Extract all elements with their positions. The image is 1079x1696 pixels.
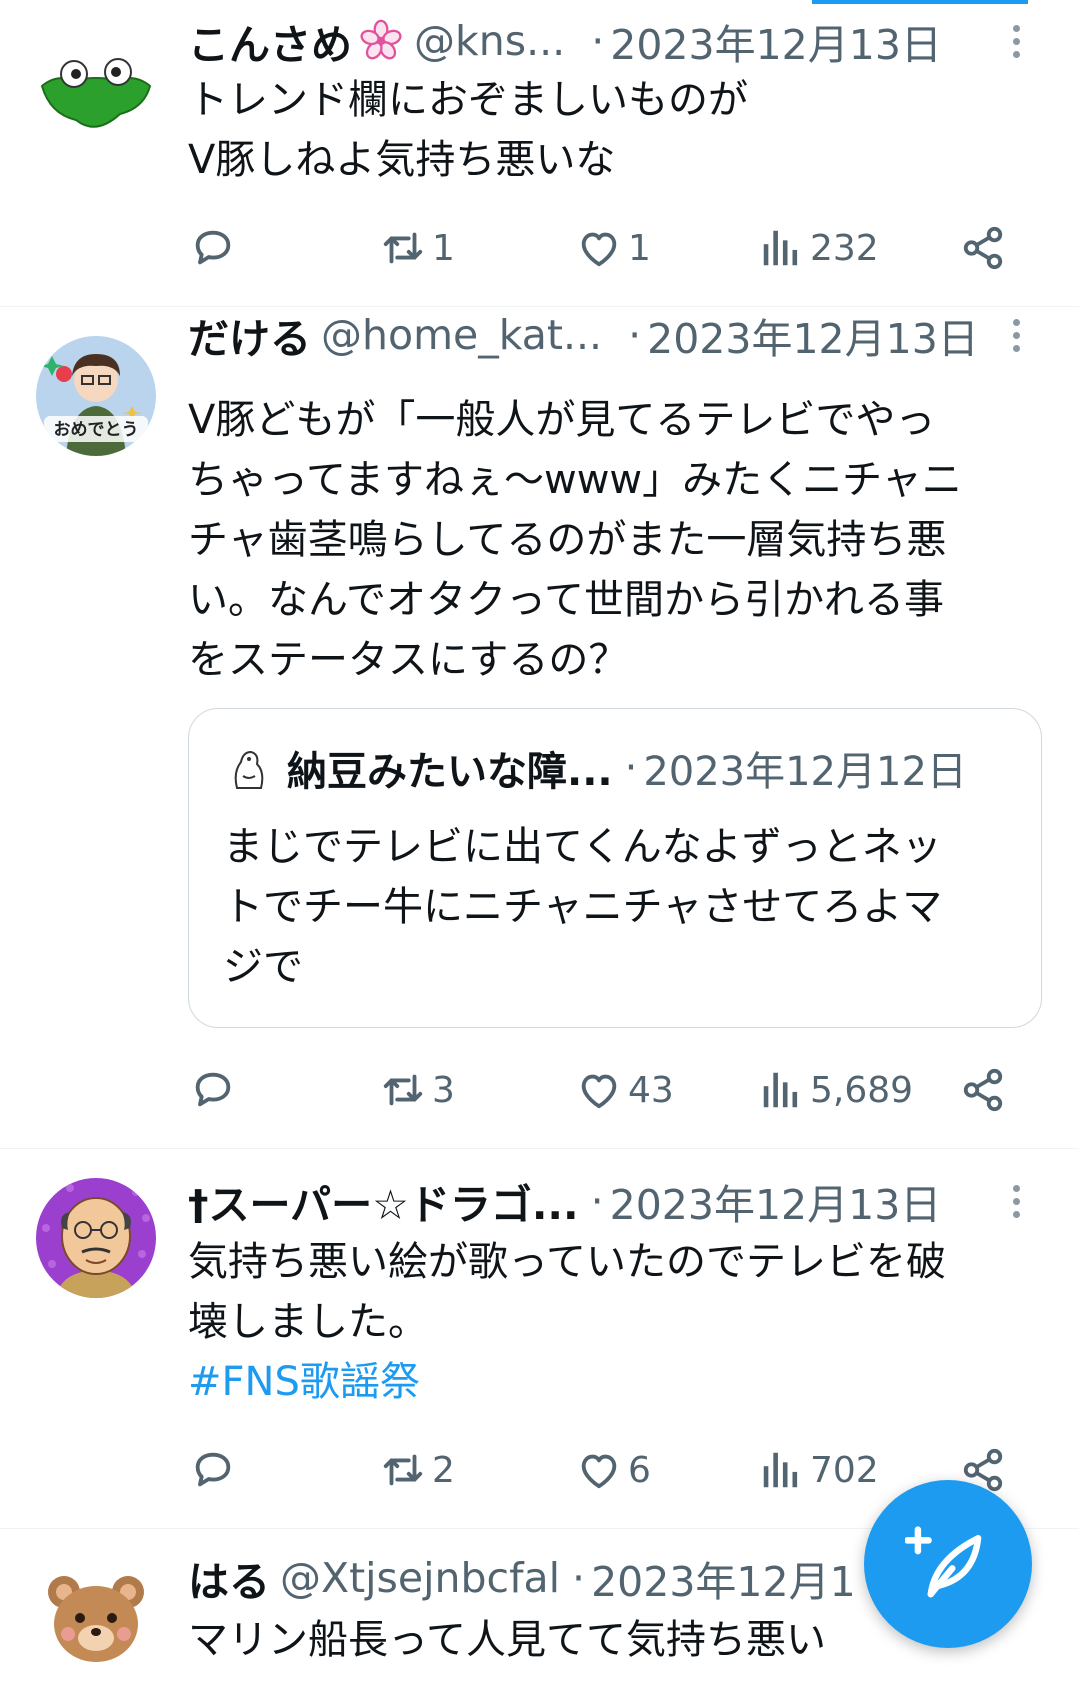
- like-count: 1: [628, 227, 651, 269]
- retweet-icon: [380, 1067, 426, 1113]
- user-handle[interactable]: @home_kat...: [321, 311, 602, 359]
- quoted-tweet[interactable]: 納豆みたいな障... · 2023年12月12日 まじでテレビに出てくんなよずっ…: [188, 708, 1042, 1028]
- tweet-text: トレンド欄におぞましいものが V豚しねよ気持ち悪いな: [188, 70, 1028, 190]
- reply-icon: [190, 225, 236, 271]
- share-button[interactable]: [960, 1062, 1006, 1118]
- quoted-text-line: ジで: [223, 944, 303, 990]
- tweet-text-line: V豚どもが「一般人が見てるテレビでやっ: [188, 397, 936, 443]
- hashtag-link[interactable]: #FNS歌謡祭: [188, 1352, 1028, 1412]
- share-icon: [960, 225, 1006, 271]
- reply-icon: [190, 1447, 236, 1493]
- reply-button[interactable]: [190, 1442, 236, 1498]
- tweet-actions: 3 43 5,689: [190, 1062, 1020, 1118]
- views-button[interactable]: 232: [758, 220, 879, 276]
- views-icon: [758, 1067, 804, 1113]
- tweet-text-line: ちゃってますねぇ〜www」みたくニチャニ: [188, 457, 962, 503]
- retweet-button[interactable]: 1: [380, 220, 455, 276]
- retweet-icon: [380, 225, 426, 271]
- tweet-header: こんさめ @kns... · 2023年12月13日: [188, 16, 988, 69]
- reply-button[interactable]: [190, 1062, 236, 1118]
- divider: [0, 1148, 1079, 1149]
- tweet-actions: 1 1 232: [190, 220, 1020, 276]
- separator-dot: ·: [572, 1554, 586, 1602]
- heart-icon: [576, 1067, 622, 1113]
- tweet-text-line: をステータスにするの？: [188, 637, 629, 683]
- view-count: 232: [810, 227, 879, 269]
- tweet-date[interactable]: 2023年12月13日: [610, 1171, 942, 1231]
- user-handle[interactable]: @kns...: [414, 17, 565, 65]
- avatar[interactable]: おめでとう: [36, 336, 156, 456]
- more-vertical-icon[interactable]: [1006, 16, 1026, 66]
- display-name[interactable]: だける: [188, 305, 311, 365]
- like-button[interactable]: 6: [576, 1442, 651, 1498]
- like-button[interactable]: 1: [576, 220, 651, 276]
- reply-icon: [190, 1067, 236, 1113]
- tweet-text-line: トレンド欄におぞましいものが: [188, 77, 748, 123]
- display-name[interactable]: こんさめ: [188, 11, 352, 71]
- more-vertical-icon[interactable]: [1006, 310, 1026, 360]
- avatar[interactable]: [36, 1178, 156, 1298]
- display-name[interactable]: はる: [188, 1548, 270, 1608]
- tweet-text-line: 壊しました。: [188, 1299, 428, 1345]
- user-handle[interactable]: @Xtjsejnbcfal: [280, 1554, 560, 1602]
- tweet-header: †スーパー☆ドラゴ... · 2023年12月13日: [188, 1176, 988, 1229]
- tweet-text-line: V豚しねよ気持ち悪いな: [188, 137, 616, 183]
- heart-icon: [576, 225, 622, 271]
- tweet-text: V豚どもが「一般人が見てるテレビでやっ ちゃってますねぇ〜www」みたくニチャニ…: [188, 390, 1028, 690]
- retweet-icon: [380, 1447, 426, 1493]
- views-button[interactable]: 5,689: [758, 1062, 913, 1118]
- retweet-button[interactable]: 3: [380, 1062, 455, 1118]
- retweet-count: 2: [432, 1449, 455, 1491]
- views-button[interactable]: 702: [758, 1442, 879, 1498]
- tweet-text-line: 気持ち悪い絵が歌っていたのでテレビを破: [188, 1239, 946, 1285]
- compose-feather-icon: [905, 1526, 982, 1598]
- retweet-count: 1: [432, 227, 455, 269]
- retweet-button[interactable]: 2: [380, 1442, 455, 1498]
- retweet-count: 3: [432, 1069, 455, 1111]
- share-button[interactable]: [960, 220, 1006, 276]
- quoted-text-line: まじでテレビに出てくんなよずっとネッ: [223, 824, 942, 870]
- views-icon: [758, 225, 804, 271]
- avatar[interactable]: [36, 24, 156, 144]
- heart-icon: [576, 1447, 622, 1493]
- sakura-emoji-icon: [358, 18, 404, 64]
- tweet-actions: 2 6 702: [190, 1442, 1020, 1498]
- tweet-text-line: チャ歯茎鳴らしてるのがまた一層気持ち悪: [188, 517, 947, 563]
- tweet-text: 気持ち悪い絵が歌っていたのでテレビを破 壊しました。 #FNS歌謡祭: [188, 1232, 1028, 1412]
- tweet-text-line: い。なんでオタクって世間から引かれる事: [188, 577, 944, 623]
- like-count: 6: [628, 1449, 651, 1491]
- view-count: 702: [810, 1449, 879, 1491]
- separator-dot: ·: [590, 1177, 604, 1225]
- top-accent-bar: [812, 0, 1028, 4]
- quoted-avatar[interactable]: [221, 742, 273, 794]
- compose-button[interactable]: [864, 1480, 1032, 1648]
- display-name[interactable]: †スーパー☆ドラゴ...: [188, 1171, 579, 1231]
- views-icon: [758, 1447, 804, 1493]
- tweet-date[interactable]: 2023年12月13日: [647, 305, 979, 365]
- reply-button[interactable]: [190, 220, 236, 276]
- like-button[interactable]: 43: [576, 1062, 674, 1118]
- like-count: 43: [628, 1069, 674, 1111]
- view-count: 5,689: [810, 1069, 914, 1111]
- tweet-date[interactable]: 2023年12月1: [591, 1548, 856, 1608]
- svg-text:おめでとう: おめでとう: [54, 420, 139, 440]
- separator-dot: ·: [624, 745, 638, 791]
- quoted-tweet-text: まじでテレビに出てくんなよずっとネッ トでチー牛にニチャニチャさせてろよマ ジで: [223, 817, 1023, 997]
- more-vertical-icon[interactable]: [1006, 1176, 1026, 1226]
- separator-dot: ·: [628, 311, 642, 359]
- avatar[interactable]: [36, 1558, 156, 1678]
- quoted-tweet-date[interactable]: 2023年12月12日: [643, 739, 967, 797]
- quoted-display-name[interactable]: 納豆みたいな障...: [287, 739, 613, 797]
- tweet-header: だける @home_kat... · 2023年12月13日: [188, 310, 988, 363]
- tweet-date[interactable]: 2023年12月13日: [610, 11, 942, 71]
- separator-dot: ·: [591, 17, 605, 65]
- quoted-tweet-header: 納豆みたいな障... · 2023年12月12日: [221, 742, 967, 795]
- quoted-text-line: トでチー牛にニチャニチャさせてろよマ: [223, 884, 943, 930]
- share-icon: [960, 1067, 1006, 1113]
